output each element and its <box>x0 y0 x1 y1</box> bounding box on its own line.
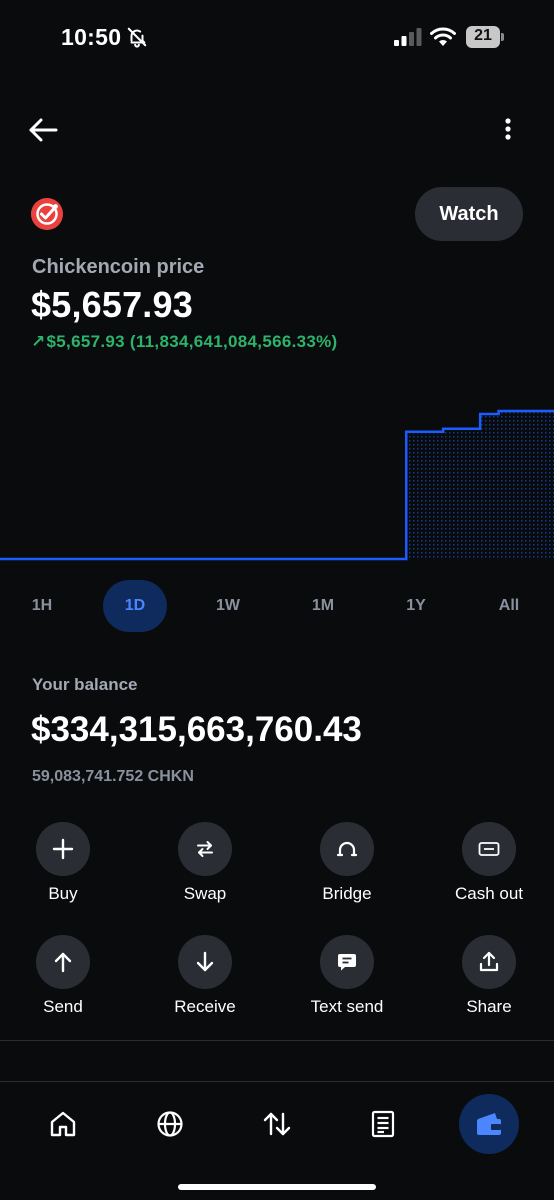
cash-out-icon <box>478 842 500 856</box>
swap-icon <box>197 841 213 857</box>
balance-amount: 59,083,741.752 CHKN <box>32 768 194 785</box>
receive-button[interactable]: Receive <box>145 935 265 1035</box>
buy-button[interactable]: Buy <box>3 822 123 922</box>
nav-trade[interactable] <box>247 1094 307 1154</box>
nav-wallet[interactable] <box>459 1094 519 1154</box>
battery-level: 21 <box>474 27 492 44</box>
share-label: Share <box>466 997 512 1016</box>
share-button[interactable]: Share <box>429 935 549 1035</box>
home-icon <box>50 1111 76 1137</box>
range-tab-1y[interactable]: 1Y <box>384 580 448 632</box>
bridge-label: Bridge <box>322 884 372 903</box>
balance-label: Your balance <box>32 675 138 694</box>
range-tabs: 1H 1D 1W 1M 1Y All <box>0 580 554 632</box>
wallet-icon <box>477 1113 501 1135</box>
buy-label: Buy <box>48 884 78 903</box>
nav-home[interactable] <box>33 1094 93 1154</box>
more-vertical-icon[interactable] <box>494 114 522 146</box>
range-tab-1m[interactable]: 1M <box>291 580 355 632</box>
globe-icon <box>157 1111 183 1137</box>
divider <box>0 1040 554 1041</box>
receive-label: Receive <box>174 997 236 1016</box>
screen: 10:50 21 Watch Chickencoin price $5,657.… <box>0 0 554 1200</box>
price-change: ↗$5,657.93 (11,834,641,084,566.33%) <box>31 332 338 352</box>
balance-value: $334,315,663,760.43 <box>31 710 362 749</box>
wifi-icon <box>430 27 456 46</box>
bridge-button[interactable]: Bridge <box>287 822 407 922</box>
cash-out-button[interactable]: Cash out <box>429 822 549 922</box>
price-change-text: $5,657.93 (11,834,641,084,566.33%) <box>46 332 338 351</box>
range-tab-1w[interactable]: 1W <box>196 580 260 632</box>
arrow-up-icon <box>54 952 72 973</box>
status-bar: 10:50 21 <box>0 22 554 54</box>
signal-icon <box>394 28 422 46</box>
range-tab-all[interactable]: All <box>477 580 541 632</box>
watch-button[interactable]: Watch <box>415 187 523 241</box>
swap-button[interactable]: Swap <box>145 822 265 922</box>
nav-explore[interactable] <box>140 1094 200 1154</box>
range-tab-1h[interactable]: 1H <box>10 580 74 632</box>
price-label: Chickencoin price <box>32 256 205 278</box>
message-icon <box>338 954 356 971</box>
status-time: 10:50 <box>61 24 122 50</box>
plus-icon <box>52 838 74 860</box>
swap-label: Swap <box>183 884 227 903</box>
back-arrow-icon[interactable] <box>26 112 62 148</box>
arrow-down-icon <box>196 951 214 972</box>
arrow-up-right-icon: ↗ <box>31 332 46 351</box>
price-value: $5,657.93 <box>31 284 193 325</box>
send-button[interactable]: Send <box>3 935 123 1035</box>
transfer-icon <box>263 1112 291 1136</box>
bottom-nav <box>0 1082 554 1172</box>
price-chart[interactable] <box>0 395 554 570</box>
chickencoin-logo <box>31 198 63 230</box>
text-send-label: Text send <box>310 997 384 1016</box>
range-tab-1d[interactable]: 1D <box>103 580 167 632</box>
cash-out-label: Cash out <box>454 884 524 903</box>
share-icon <box>479 951 499 972</box>
nav-activity[interactable] <box>353 1094 413 1154</box>
home-indicator <box>178 1184 376 1190</box>
send-label: Send <box>43 997 83 1016</box>
bell-off-icon <box>127 27 147 48</box>
chart-area-fill <box>406 411 554 559</box>
text-send-button[interactable]: Text send <box>287 935 407 1035</box>
bridge-icon <box>336 841 358 857</box>
battery-icon: 21 <box>466 26 504 48</box>
document-icon <box>371 1110 395 1138</box>
